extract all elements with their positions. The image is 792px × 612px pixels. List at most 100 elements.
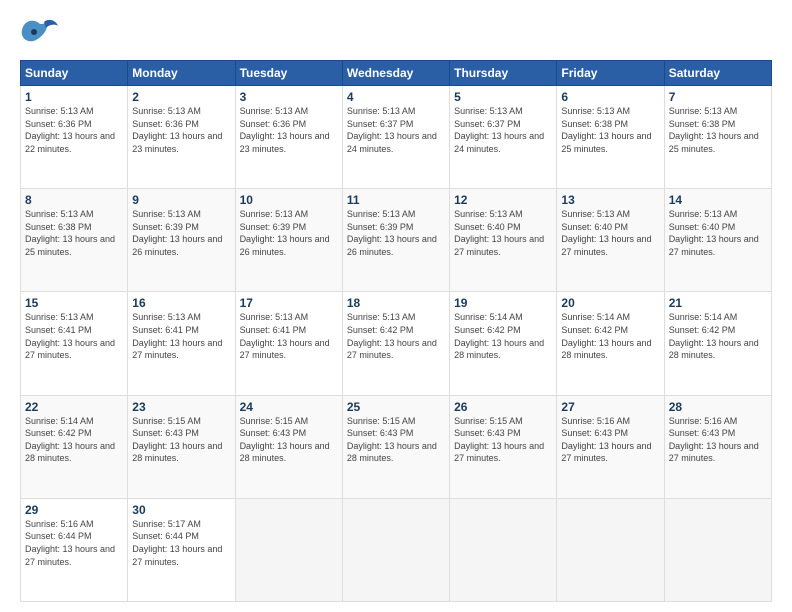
table-row: 22 Sunrise: 5:14 AMSunset: 6:42 PMDaylig…: [21, 395, 128, 498]
table-row: 4 Sunrise: 5:13 AMSunset: 6:37 PMDayligh…: [342, 86, 449, 189]
table-row: 19 Sunrise: 5:14 AMSunset: 6:42 PMDaylig…: [450, 292, 557, 395]
day-info: Sunrise: 5:15 AMSunset: 6:43 PMDaylight:…: [347, 416, 437, 464]
day-info: Sunrise: 5:13 AMSunset: 6:37 PMDaylight:…: [347, 106, 437, 154]
day-info: Sunrise: 5:13 AMSunset: 6:37 PMDaylight:…: [454, 106, 544, 154]
table-row: 17 Sunrise: 5:13 AMSunset: 6:41 PMDaylig…: [235, 292, 342, 395]
calendar-week-row: 8 Sunrise: 5:13 AMSunset: 6:38 PMDayligh…: [21, 189, 772, 292]
day-number: 23: [132, 400, 230, 414]
table-row: 11 Sunrise: 5:13 AMSunset: 6:39 PMDaylig…: [342, 189, 449, 292]
table-row: 26 Sunrise: 5:15 AMSunset: 6:43 PMDaylig…: [450, 395, 557, 498]
day-number: 4: [347, 90, 445, 104]
day-number: 7: [669, 90, 767, 104]
day-number: 16: [132, 296, 230, 310]
col-thursday: Thursday: [450, 61, 557, 86]
day-number: 29: [25, 503, 123, 517]
page: Sunday Monday Tuesday Wednesday Thursday…: [0, 0, 792, 612]
table-row: 21 Sunrise: 5:14 AMSunset: 6:42 PMDaylig…: [664, 292, 771, 395]
day-info: Sunrise: 5:16 AMSunset: 6:43 PMDaylight:…: [669, 416, 759, 464]
day-number: 8: [25, 193, 123, 207]
calendar-week-row: 1 Sunrise: 5:13 AMSunset: 6:36 PMDayligh…: [21, 86, 772, 189]
day-info: Sunrise: 5:13 AMSunset: 6:39 PMDaylight:…: [132, 209, 222, 257]
empty-cell: [235, 498, 342, 601]
day-info: Sunrise: 5:13 AMSunset: 6:38 PMDaylight:…: [561, 106, 651, 154]
day-number: 15: [25, 296, 123, 310]
calendar-header-row: Sunday Monday Tuesday Wednesday Thursday…: [21, 61, 772, 86]
table-row: 7 Sunrise: 5:13 AMSunset: 6:38 PMDayligh…: [664, 86, 771, 189]
day-number: 2: [132, 90, 230, 104]
day-number: 13: [561, 193, 659, 207]
day-number: 5: [454, 90, 552, 104]
day-number: 10: [240, 193, 338, 207]
day-info: Sunrise: 5:13 AMSunset: 6:39 PMDaylight:…: [347, 209, 437, 257]
col-friday: Friday: [557, 61, 664, 86]
table-row: 3 Sunrise: 5:13 AMSunset: 6:36 PMDayligh…: [235, 86, 342, 189]
table-row: 25 Sunrise: 5:15 AMSunset: 6:43 PMDaylig…: [342, 395, 449, 498]
day-number: 12: [454, 193, 552, 207]
day-info: Sunrise: 5:16 AMSunset: 6:44 PMDaylight:…: [25, 519, 115, 567]
table-row: 27 Sunrise: 5:16 AMSunset: 6:43 PMDaylig…: [557, 395, 664, 498]
day-info: Sunrise: 5:13 AMSunset: 6:40 PMDaylight:…: [669, 209, 759, 257]
day-info: Sunrise: 5:16 AMSunset: 6:43 PMDaylight:…: [561, 416, 651, 464]
day-number: 14: [669, 193, 767, 207]
calendar-week-row: 22 Sunrise: 5:14 AMSunset: 6:42 PMDaylig…: [21, 395, 772, 498]
day-number: 1: [25, 90, 123, 104]
table-row: 24 Sunrise: 5:15 AMSunset: 6:43 PMDaylig…: [235, 395, 342, 498]
table-row: 14 Sunrise: 5:13 AMSunset: 6:40 PMDaylig…: [664, 189, 771, 292]
empty-cell: [557, 498, 664, 601]
calendar-week-row: 15 Sunrise: 5:13 AMSunset: 6:41 PMDaylig…: [21, 292, 772, 395]
day-number: 9: [132, 193, 230, 207]
day-number: 25: [347, 400, 445, 414]
day-info: Sunrise: 5:14 AMSunset: 6:42 PMDaylight:…: [669, 312, 759, 360]
calendar-week-row: 29 Sunrise: 5:16 AMSunset: 6:44 PMDaylig…: [21, 498, 772, 601]
day-number: 18: [347, 296, 445, 310]
day-number: 27: [561, 400, 659, 414]
table-row: 28 Sunrise: 5:16 AMSunset: 6:43 PMDaylig…: [664, 395, 771, 498]
day-number: 11: [347, 193, 445, 207]
day-number: 21: [669, 296, 767, 310]
logo-icon: [20, 16, 60, 52]
day-info: Sunrise: 5:13 AMSunset: 6:42 PMDaylight:…: [347, 312, 437, 360]
table-row: 18 Sunrise: 5:13 AMSunset: 6:42 PMDaylig…: [342, 292, 449, 395]
day-number: 26: [454, 400, 552, 414]
table-row: 6 Sunrise: 5:13 AMSunset: 6:38 PMDayligh…: [557, 86, 664, 189]
day-number: 17: [240, 296, 338, 310]
table-row: 23 Sunrise: 5:15 AMSunset: 6:43 PMDaylig…: [128, 395, 235, 498]
col-saturday: Saturday: [664, 61, 771, 86]
day-number: 24: [240, 400, 338, 414]
day-info: Sunrise: 5:15 AMSunset: 6:43 PMDaylight:…: [132, 416, 222, 464]
day-info: Sunrise: 5:13 AMSunset: 6:41 PMDaylight:…: [25, 312, 115, 360]
day-info: Sunrise: 5:13 AMSunset: 6:38 PMDaylight:…: [669, 106, 759, 154]
table-row: 16 Sunrise: 5:13 AMSunset: 6:41 PMDaylig…: [128, 292, 235, 395]
day-info: Sunrise: 5:13 AMSunset: 6:40 PMDaylight:…: [561, 209, 651, 257]
logo: [20, 16, 64, 52]
day-info: Sunrise: 5:14 AMSunset: 6:42 PMDaylight:…: [25, 416, 115, 464]
col-monday: Monday: [128, 61, 235, 86]
table-row: 5 Sunrise: 5:13 AMSunset: 6:37 PMDayligh…: [450, 86, 557, 189]
table-row: 15 Sunrise: 5:13 AMSunset: 6:41 PMDaylig…: [21, 292, 128, 395]
header: [20, 16, 772, 52]
col-wednesday: Wednesday: [342, 61, 449, 86]
day-number: 19: [454, 296, 552, 310]
day-info: Sunrise: 5:13 AMSunset: 6:36 PMDaylight:…: [132, 106, 222, 154]
empty-cell: [664, 498, 771, 601]
table-row: 8 Sunrise: 5:13 AMSunset: 6:38 PMDayligh…: [21, 189, 128, 292]
table-row: 1 Sunrise: 5:13 AMSunset: 6:36 PMDayligh…: [21, 86, 128, 189]
day-info: Sunrise: 5:13 AMSunset: 6:39 PMDaylight:…: [240, 209, 330, 257]
day-number: 3: [240, 90, 338, 104]
table-row: 13 Sunrise: 5:13 AMSunset: 6:40 PMDaylig…: [557, 189, 664, 292]
day-info: Sunrise: 5:13 AMSunset: 6:38 PMDaylight:…: [25, 209, 115, 257]
table-row: 20 Sunrise: 5:14 AMSunset: 6:42 PMDaylig…: [557, 292, 664, 395]
table-row: 10 Sunrise: 5:13 AMSunset: 6:39 PMDaylig…: [235, 189, 342, 292]
table-row: 12 Sunrise: 5:13 AMSunset: 6:40 PMDaylig…: [450, 189, 557, 292]
calendar-table: Sunday Monday Tuesday Wednesday Thursday…: [20, 60, 772, 602]
col-sunday: Sunday: [21, 61, 128, 86]
day-info: Sunrise: 5:13 AMSunset: 6:36 PMDaylight:…: [240, 106, 330, 154]
day-info: Sunrise: 5:14 AMSunset: 6:42 PMDaylight:…: [454, 312, 544, 360]
empty-cell: [342, 498, 449, 601]
day-info: Sunrise: 5:13 AMSunset: 6:40 PMDaylight:…: [454, 209, 544, 257]
day-info: Sunrise: 5:14 AMSunset: 6:42 PMDaylight:…: [561, 312, 651, 360]
day-info: Sunrise: 5:15 AMSunset: 6:43 PMDaylight:…: [240, 416, 330, 464]
table-row: 2 Sunrise: 5:13 AMSunset: 6:36 PMDayligh…: [128, 86, 235, 189]
table-row: 30 Sunrise: 5:17 AMSunset: 6:44 PMDaylig…: [128, 498, 235, 601]
day-number: 30: [132, 503, 230, 517]
